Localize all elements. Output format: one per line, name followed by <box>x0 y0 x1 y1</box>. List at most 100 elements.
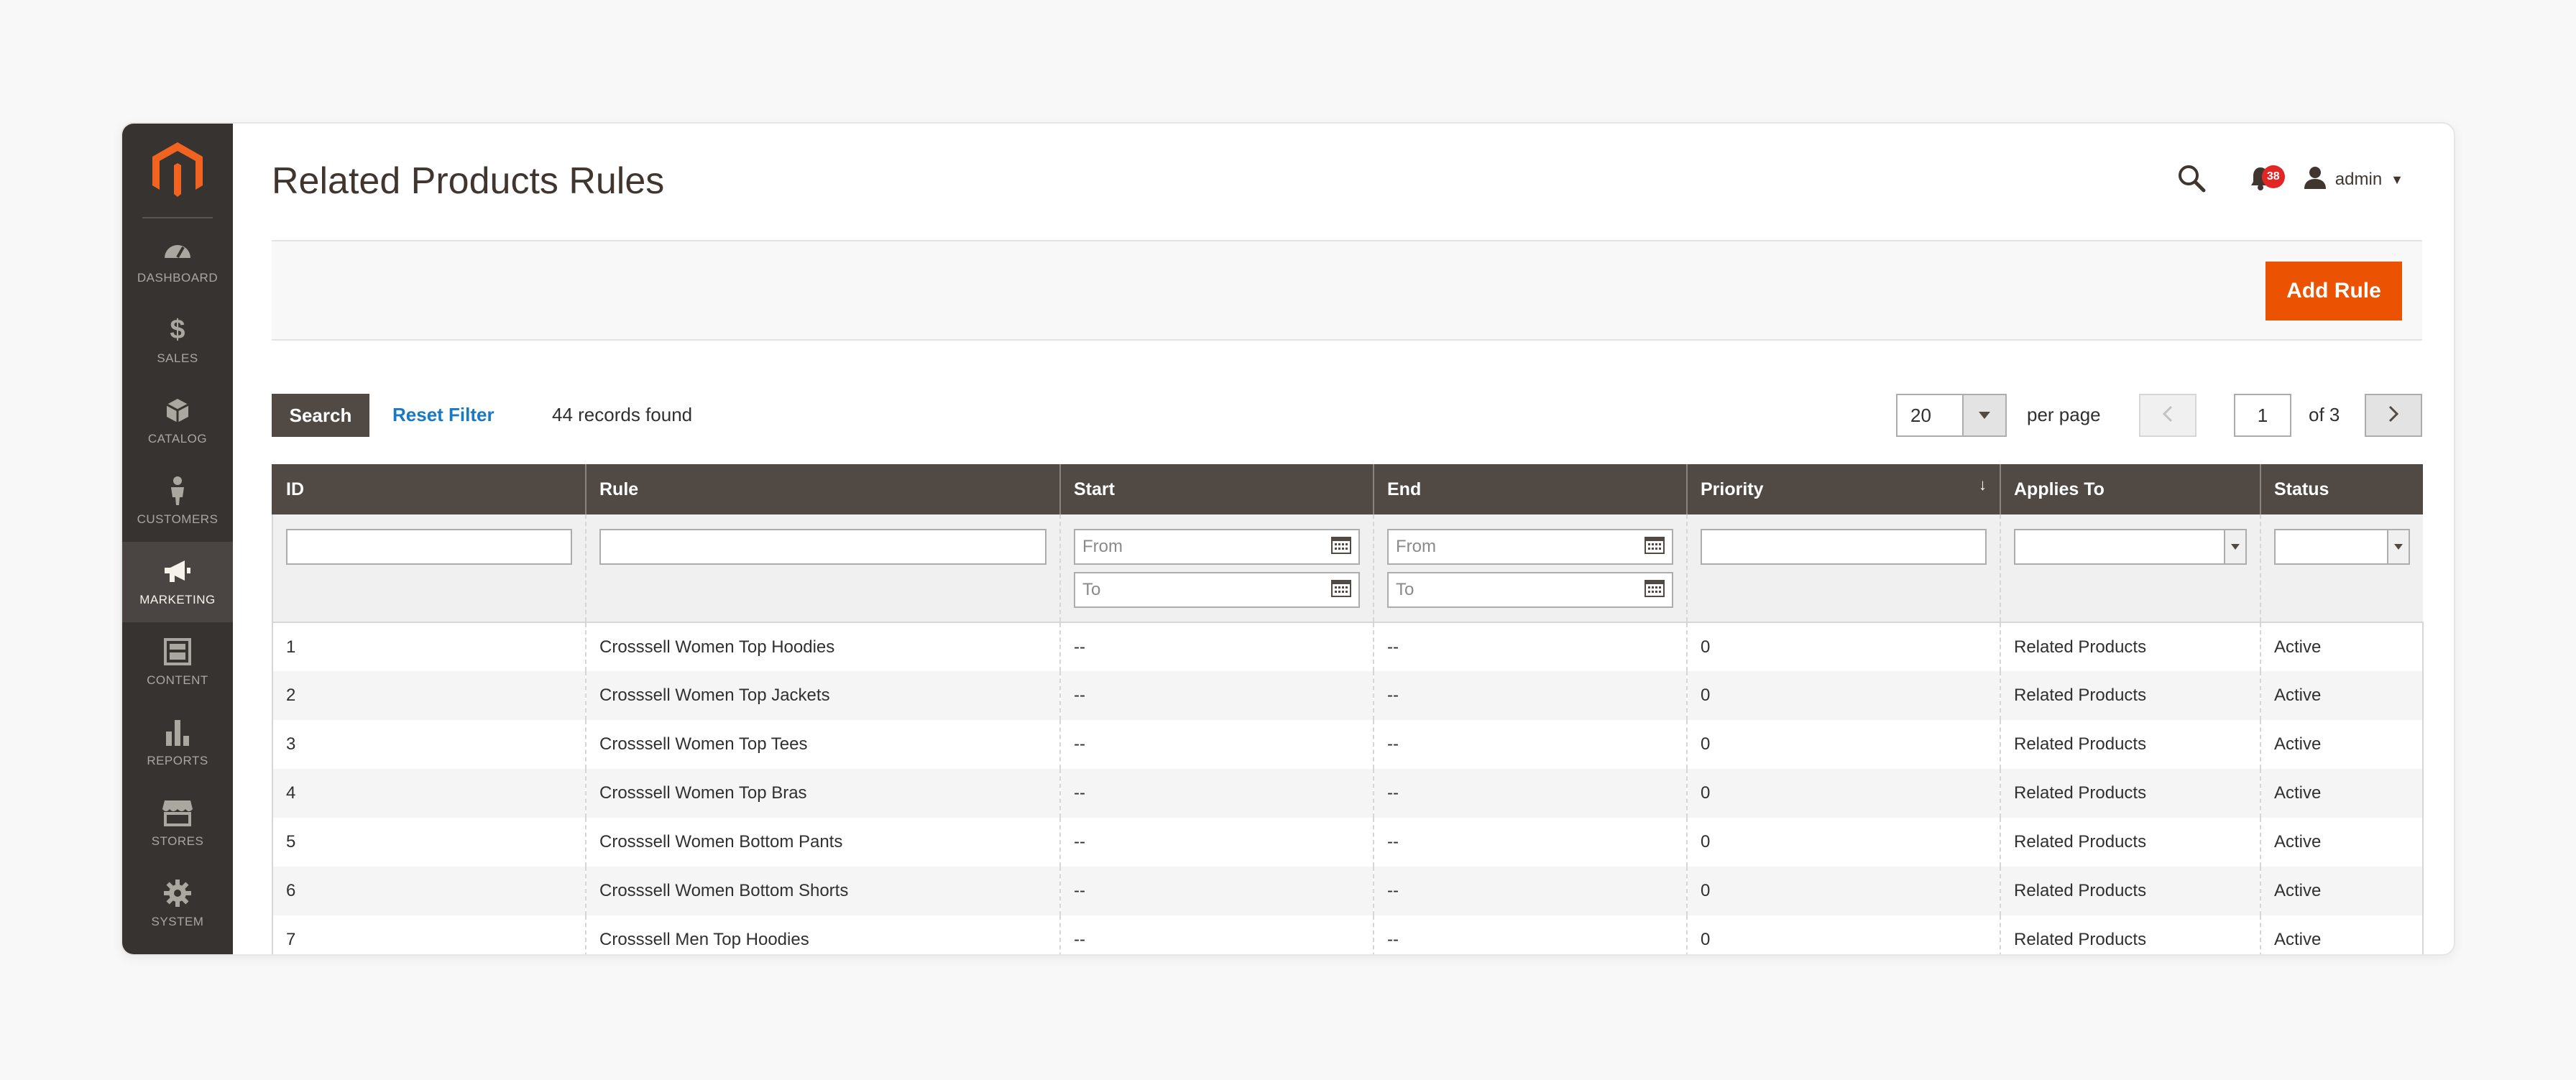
grid-header-row: ID Rule Start End Priority ↓ Applies To … <box>272 464 2423 514</box>
cell-applies-to: Related Products <box>2000 671 2260 720</box>
grid-body: 1 Crosssell Women Top Hoodies -- -- 0 Related… <box>272 622 2424 954</box>
table-row[interactable]: 3 Crosssell Women Top Tees -- -- 0 Related Pr… <box>272 720 2424 769</box>
column-header-applies-to[interactable]: Applies To <box>2000 464 2260 514</box>
cell-id: 6 <box>272 867 586 915</box>
cell-rule: Crosssell Women Bottom Pants <box>585 818 1060 867</box>
cell-status: Active <box>2260 818 2424 867</box>
id-filter-input[interactable] <box>286 529 572 565</box>
records-count: 44 records found <box>552 404 693 425</box>
column-header-id[interactable]: ID <box>272 464 586 514</box>
per-page-select[interactable]: 20 <box>1896 394 2007 437</box>
chevron-left-icon <box>2162 405 2173 426</box>
cell-rule: Crosssell Men Top Hoodies <box>585 915 1060 954</box>
cell-applies-to: Related Products <box>2000 915 2260 954</box>
end-from-input[interactable]: From <box>1387 529 1673 565</box>
page-total: of 3 <box>2309 404 2340 425</box>
table-row[interactable]: 4 Crosssell Women Top Bras -- -- 0 Related Pr… <box>272 769 2424 818</box>
notifications-button[interactable]: 38 <box>2239 158 2285 201</box>
sidebar-item-system[interactable]: SYSTEM <box>122 864 233 944</box>
cell-id: 5 <box>272 818 586 867</box>
sidebar-item-reports[interactable]: REPORTS <box>122 703 233 783</box>
table-row[interactable]: 5 Crosssell Women Bottom Pants -- -- 0 Relate… <box>272 818 2424 867</box>
page-actions-bar: Add Rule <box>272 241 2422 341</box>
column-header-label: Priority <box>1701 479 1764 499</box>
cell-status: Active <box>2260 867 2424 915</box>
page-number-input[interactable]: 1 <box>2234 394 2291 437</box>
cell-id: 3 <box>272 720 586 769</box>
table-row[interactable]: 7 Crosssell Men Top Hoodies -- -- 0 Related P… <box>272 915 2424 954</box>
column-header-priority[interactable]: Priority ↓ <box>1686 464 2000 514</box>
start-to-input[interactable]: To <box>1074 572 1360 608</box>
search-icon <box>2177 164 2206 196</box>
end-to-input[interactable]: To <box>1387 572 1673 608</box>
filter-cell: From To <box>1373 514 1687 623</box>
user-menu[interactable]: admin ▼ <box>2304 166 2404 194</box>
sidebar-item-marketing[interactable]: MARKETING <box>122 542 233 622</box>
sidebar-item-dashboard[interactable]: DASHBOARD <box>122 220 233 300</box>
cell-id: 4 <box>272 769 586 818</box>
priority-filter-input[interactable] <box>1701 529 1987 565</box>
layout-icon <box>164 637 191 666</box>
sidebar-label: SYSTEM <box>151 915 204 928</box>
cell-start: -- <box>1059 915 1374 954</box>
grid-toolbar: Search Reset Filter 44 records found 20 … <box>272 394 2422 437</box>
column-header-rule[interactable]: Rule <box>585 464 1060 514</box>
sidebar-label: CATALOG <box>147 432 208 446</box>
cell-start: -- <box>1059 720 1374 769</box>
cell-status: Active <box>2260 915 2424 954</box>
search-button[interactable]: Search <box>272 394 369 437</box>
cell-id: 7 <box>272 915 586 954</box>
calendar-icon[interactable] <box>1331 535 1351 559</box>
cell-applies-to: Related Products <box>2000 769 2260 818</box>
rule-filter-input[interactable] <box>599 529 1046 565</box>
applies-to-filter-select[interactable] <box>2014 529 2247 565</box>
cell-priority: 0 <box>1686 720 2000 769</box>
cell-end: -- <box>1373 769 1687 818</box>
column-header-end[interactable]: End <box>1373 464 1687 514</box>
cell-status: Active <box>2260 720 2424 769</box>
chevron-down-icon <box>2387 530 2409 563</box>
cell-end: -- <box>1373 622 1687 671</box>
column-header-start[interactable]: Start <box>1059 464 1374 514</box>
table-row[interactable]: 6 Crosssell Women Bottom Shorts -- -- 0 Relat… <box>272 867 2424 915</box>
table-row[interactable]: 2 Crosssell Women Top Jackets -- -- 0 Related… <box>272 671 2424 720</box>
status-filter-select[interactable] <box>2274 529 2410 565</box>
previous-page-button[interactable] <box>2139 394 2196 437</box>
chevron-down-icon: ▼ <box>2391 172 2404 187</box>
reset-filter-link[interactable]: Reset Filter <box>392 404 494 426</box>
sidebar-item-customers[interactable]: CUSTOMERS <box>122 461 233 542</box>
global-search-button[interactable] <box>2170 158 2213 201</box>
cell-id: 2 <box>272 671 586 720</box>
table-row[interactable]: 1 Crosssell Women Top Hoodies -- -- 0 Related… <box>272 622 2424 671</box>
sidebar-item-sales[interactable]: $ SALES <box>122 300 233 381</box>
cell-rule: Crosssell Women Bottom Shorts <box>585 867 1060 915</box>
cell-end: -- <box>1373 671 1687 720</box>
storefront-icon <box>162 798 193 827</box>
column-header-status[interactable]: Status <box>2260 464 2423 514</box>
cell-applies-to: Related Products <box>2000 818 2260 867</box>
cell-end: -- <box>1373 818 1687 867</box>
user-name: admin <box>2334 170 2383 189</box>
calendar-icon[interactable] <box>1331 578 1351 602</box>
date-placeholder: From <box>1082 537 1123 556</box>
per-page-label: per page <box>2027 404 2101 425</box>
sidebar-item-content[interactable]: CONTENT <box>122 622 233 703</box>
calendar-icon[interactable] <box>1644 535 1665 559</box>
cell-applies-to: Related Products <box>2000 867 2260 915</box>
sidebar-item-catalog[interactable]: CATALOG <box>122 381 233 461</box>
megaphone-icon <box>163 557 192 586</box>
cell-applies-to: Related Products <box>2000 720 2260 769</box>
sidebar-item-stores[interactable]: STORES <box>122 783 233 864</box>
dollar-icon: $ <box>170 314 185 345</box>
calendar-icon[interactable] <box>1644 578 1665 602</box>
magento-logo[interactable] <box>151 141 204 198</box>
sidebar-label: STORES <box>151 834 204 848</box>
add-rule-button[interactable]: Add Rule <box>2266 262 2402 320</box>
cell-start: -- <box>1059 769 1374 818</box>
next-page-button[interactable] <box>2365 394 2422 437</box>
gear-icon <box>163 879 192 908</box>
chevron-down-icon[interactable] <box>1962 395 2005 435</box>
header-actions: 38 admin ▼ <box>2170 158 2404 201</box>
cell-start: -- <box>1059 818 1374 867</box>
start-from-input[interactable]: From <box>1074 529 1360 565</box>
